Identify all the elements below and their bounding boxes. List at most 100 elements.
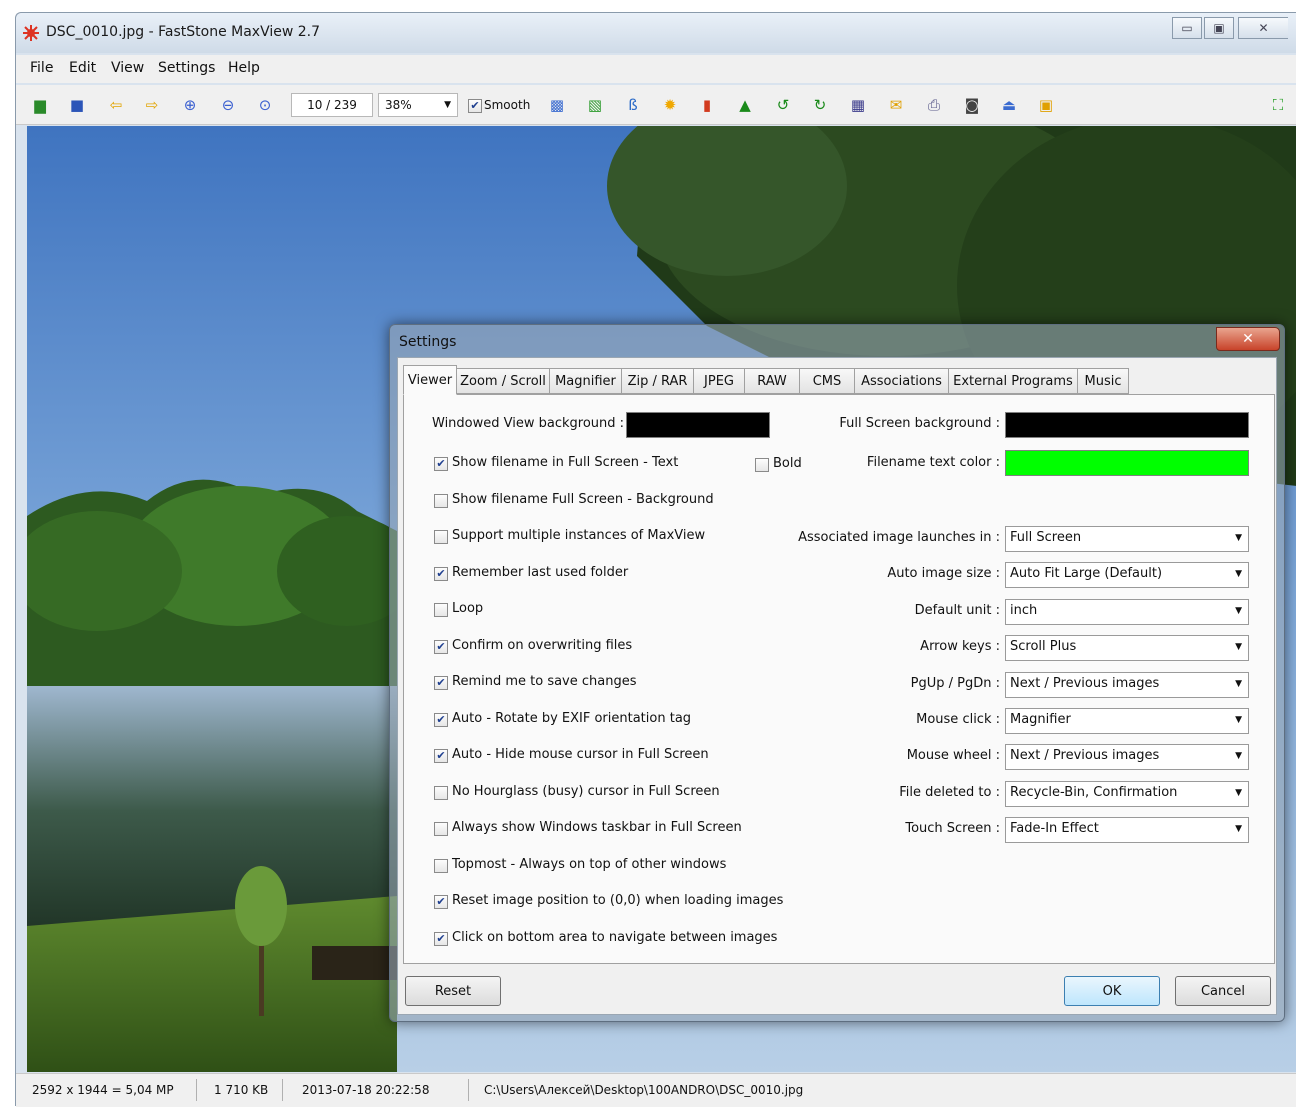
- dropdown-value: Next / Previous images: [1010, 748, 1160, 764]
- option-label: Reset image position to (0,0) when loadi…: [452, 893, 784, 908]
- fullscreen-icon[interactable]: ⛶: [1267, 94, 1289, 116]
- option-checkbox[interactable]: [434, 603, 448, 617]
- page-counter-field[interactable]: 10 / 239: [291, 93, 373, 117]
- option-checkbox[interactable]: [434, 530, 448, 544]
- adjust-colors-icon[interactable]: ✹: [659, 94, 681, 116]
- wallpaper-icon[interactable]: ▣: [1035, 94, 1057, 116]
- fullscreen-bg-label: Full Screen background :: [839, 416, 1000, 431]
- dropdown-value: inch: [1010, 602, 1038, 618]
- status-divider: [468, 1079, 469, 1101]
- rotate-left-icon[interactable]: ↺: [772, 94, 794, 116]
- option-checkbox[interactable]: ✔: [434, 639, 448, 654]
- menu-settings[interactable]: Settings: [158, 60, 215, 76]
- zoom-out-icon[interactable]: ⊖: [217, 94, 239, 116]
- previous-icon[interactable]: ⇦: [105, 94, 127, 116]
- zoom-select[interactable]: 38% ▼: [378, 93, 458, 117]
- actual-size-icon[interactable]: ⊙: [254, 94, 276, 116]
- next-icon[interactable]: ⇨: [141, 94, 163, 116]
- reset-button[interactable]: Reset: [405, 976, 501, 1006]
- chevron-down-icon: ▼: [444, 100, 451, 110]
- ok-button[interactable]: OK: [1064, 976, 1160, 1006]
- save-icon[interactable]: ■: [66, 94, 88, 116]
- scanner-icon[interactable]: ⏏: [998, 94, 1020, 116]
- sharpen-icon[interactable]: ▲: [734, 94, 756, 116]
- tab-zoom-scroll[interactable]: Zoom / Scroll: [456, 368, 550, 394]
- filename-text-color-swatch[interactable]: [1005, 450, 1249, 476]
- title-bar[interactable]: DSC_0010.jpg - FastStone MaxView 2.7 ▭ ▣…: [16, 13, 1296, 53]
- chevron-down-icon: ▼: [1235, 533, 1242, 543]
- cancel-button[interactable]: Cancel: [1175, 976, 1271, 1006]
- option-checkbox[interactable]: ✔: [434, 676, 448, 690]
- rotate-right-icon[interactable]: ↻: [809, 94, 831, 116]
- option-checkbox[interactable]: ✔: [434, 749, 448, 763]
- option-checkbox[interactable]: [434, 785, 448, 800]
- option-checkbox[interactable]: ✔: [434, 931, 448, 946]
- maximize-button[interactable]: ▣: [1204, 17, 1234, 39]
- dropdown-select[interactable]: Magnifier ▼: [1005, 708, 1249, 734]
- tab-zip-rar[interactable]: Zip / RAR: [621, 368, 694, 394]
- open-folder-icon[interactable]: ▆: [29, 94, 51, 116]
- tab-magnifier[interactable]: Magnifier: [549, 368, 622, 394]
- fullscreen-bg-color-swatch[interactable]: [1005, 412, 1249, 438]
- slideshow-icon[interactable]: ▦: [847, 94, 869, 116]
- dropdown-label: Mouse click :: [916, 712, 1000, 727]
- option-checkbox[interactable]: ✔: [434, 895, 448, 909]
- dropdown-label: Associated image launches in :: [798, 530, 1000, 545]
- screen-capture-icon[interactable]: ◙: [961, 94, 983, 116]
- tab-music[interactable]: Music: [1077, 368, 1129, 394]
- dialog-close-button[interactable]: ✕: [1216, 327, 1280, 351]
- dropdown-select[interactable]: Auto Fit Large (Default) ▼: [1005, 562, 1249, 589]
- dropdown-select[interactable]: Fade-In Effect ▼: [1005, 817, 1249, 844]
- option-checkbox[interactable]: [434, 858, 448, 873]
- option-checkbox[interactable]: ✔: [434, 712, 448, 727]
- status-divider: [196, 1079, 197, 1101]
- smooth-checkbox[interactable]: ✔: [468, 99, 482, 113]
- option-checkbox[interactable]: ✔: [434, 457, 448, 471]
- menu-view[interactable]: View: [111, 60, 144, 76]
- option-checkbox[interactable]: [434, 822, 448, 836]
- bold-label: Bold: [773, 456, 802, 471]
- bold-checkbox[interactable]: [755, 458, 769, 472]
- dropdown-select[interactable]: Full Screen ▼: [1005, 526, 1249, 552]
- zoom-value: 38%: [385, 98, 412, 112]
- dropdown-label: Auto image size :: [887, 566, 1000, 582]
- dropdown-select[interactable]: Recycle-Bin, Confirmation ▼: [1005, 780, 1249, 807]
- email-icon[interactable]: ✉: [885, 94, 907, 116]
- tab-external-programs[interactable]: External Programs: [948, 368, 1078, 394]
- menu-help[interactable]: Help: [228, 60, 260, 76]
- menu-edit[interactable]: Edit: [69, 60, 96, 76]
- print-icon[interactable]: ⎙: [923, 94, 945, 116]
- dropdown-select[interactable]: Next / Previous images ▼: [1005, 671, 1249, 698]
- tab-jpeg[interactable]: JPEG: [693, 368, 745, 394]
- windowed-bg-color-swatch[interactable]: [626, 412, 770, 438]
- window-title: DSC_0010.jpg - FastStone MaxView 2.7: [46, 24, 321, 40]
- dropdown-select[interactable]: Scroll Plus ▼: [1005, 635, 1249, 662]
- chevron-down-icon: ▼: [1235, 787, 1242, 798]
- option-checkbox[interactable]: ✔: [434, 566, 448, 581]
- tab-viewer[interactable]: Viewer: [403, 365, 457, 395]
- tab-associations[interactable]: Associations: [854, 368, 949, 394]
- text-icon[interactable]: ß: [622, 94, 644, 116]
- option-checkbox[interactable]: [434, 493, 448, 508]
- dropdown-select[interactable]: Next / Previous images ▼: [1005, 744, 1249, 771]
- close-window-button[interactable]: ✕: [1238, 17, 1288, 39]
- filename-text-color-label: Filename text color :: [866, 455, 1000, 470]
- resize-icon[interactable]: ▩: [546, 94, 568, 116]
- zoom-in-icon[interactable]: ⊕: [179, 94, 201, 116]
- dropdown-label: Default unit :: [914, 602, 1000, 618]
- option-label: Loop: [452, 601, 484, 616]
- dropdown-value: Auto Fit Large (Default): [1010, 566, 1163, 582]
- dropdown-label: Touch Screen :: [905, 821, 1000, 837]
- dropdown-select[interactable]: inch ▼: [1005, 598, 1249, 625]
- dropdown-label: PgUp / PgDn :: [910, 675, 1000, 691]
- crop-icon[interactable]: ▧: [584, 94, 606, 116]
- chevron-down-icon: ▼: [1235, 642, 1242, 653]
- status-divider: [282, 1079, 283, 1101]
- windowed-bg-label: Windowed View background :: [432, 416, 625, 431]
- tab-cms[interactable]: CMS: [799, 368, 855, 394]
- tab-raw[interactable]: RAW: [744, 368, 800, 394]
- option-label: Remember last used folder: [452, 564, 629, 580]
- effects-icon[interactable]: ▮: [696, 94, 718, 116]
- menu-file[interactable]: File: [30, 60, 53, 76]
- minimize-button[interactable]: ▭: [1172, 17, 1202, 39]
